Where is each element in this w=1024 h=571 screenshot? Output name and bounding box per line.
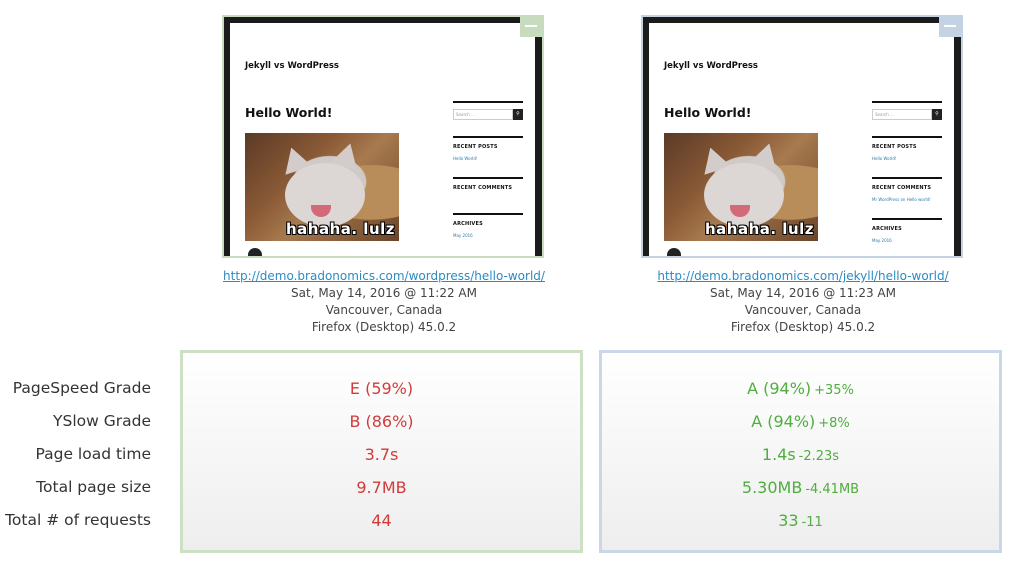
test-browser: Firefox (Desktop) 45.0.2 [311,320,457,334]
requests-row: 33 -11 [602,504,999,537]
recent-posts-heading: RECENT POSTS [453,144,498,150]
expand-icon [520,17,542,37]
pagespeed-value: A (94%) [747,379,812,398]
test-location: Vancouver, Canada [744,303,862,317]
test-url-link[interactable]: http://demo.bradonomics.com/jekyll/hello… [657,269,948,283]
recent-comment-link: Mr WordPress on Hello world! [872,197,931,202]
yslow-label: YSlow Grade [53,412,151,430]
sidebar: Search ... ⚲ RECENT POSTS Hello World! R… [453,101,523,254]
pagespeed-row: A (94%) +35% [602,372,999,405]
load-time-row: 1.4s -2.23s [602,438,999,471]
wordpress-screenshot: Jekyll vs WordPress Hello World! hahaha.… [222,15,544,258]
archive-link: May 2016 [453,233,473,238]
page-size-value: 5.30MB [741,478,803,497]
test-url-link[interactable]: http://demo.bradonomics.com/wordpress/he… [223,269,545,283]
load-time-value: 1.4s [761,445,796,464]
post-title: Hello World! [664,105,752,120]
load-time-label: Page load time [35,445,151,463]
load-time-value: 3.7s [364,445,399,464]
page-size-label: Total page size [36,478,151,496]
requests-value: 33 [778,511,799,530]
wordpress-test-info: http://demo.bradonomics.com/wordpress/he… [214,268,554,336]
page-size-value: 9.7MB [356,478,407,497]
yslow-row: A (94%) +8% [602,405,999,438]
requests-value: 44 [371,511,392,530]
search-form: Search ... ⚲ [872,109,942,120]
recent-comments-heading: RECENT COMMENTS [872,185,932,191]
sidebar: Search ... ⚲ RECENT POSTS Hello World! R… [872,101,942,256]
archives-heading: ARCHIVES [872,226,902,232]
metric-labels: PageSpeed Grade YSlow Grade Page load ti… [0,372,151,537]
recent-post-link: Hello World! [872,156,897,161]
jekyll-results-panel: A (94%) +35% A (94%) +8% 1.4s -2.23s 5.30MB… [599,350,1002,553]
pagespeed-value: E (59%) [349,379,414,398]
screenshot-page: Jekyll vs WordPress Hello World! hahaha.… [230,23,535,256]
requests-label: Total # of requests [5,511,151,529]
site-title: Jekyll vs WordPress [245,61,339,71]
test-date: Sat, May 14, 2016 @ 11:23 AM [710,286,896,300]
search-input: Search ... [872,109,932,120]
search-form: Search ... ⚲ [453,109,523,120]
pagespeed-delta: +35% [814,383,854,398]
test-date: Sat, May 14, 2016 @ 11:22 AM [291,286,477,300]
test-location: Vancouver, Canada [325,303,443,317]
jekyll-screenshot: Jekyll vs WordPress Hello World! hahaha.… [641,15,963,258]
search-icon: ⚲ [932,109,942,120]
recent-posts-heading: RECENT POSTS [872,144,917,150]
yslow-value: B (86%) [349,412,414,431]
page-size-row: 5.30MB -4.41MB [602,471,999,504]
expand-icon [939,17,961,37]
wordpress-results-panel: E (59%) B (86%) 3.7s 9.7MB 44 [180,350,583,553]
site-title: Jekyll vs WordPress [664,61,758,71]
test-browser: Firefox (Desktop) 45.0.2 [730,320,876,334]
kitten-image: hahaha. lulz [245,133,399,241]
avatar [667,248,681,256]
kitten-image: hahaha. lulz [664,133,818,241]
jekyll-test-info: http://demo.bradonomics.com/jekyll/hello… [633,268,973,336]
yslow-value: A (94%) [751,412,816,431]
requests-delta: -11 [801,515,823,530]
post-title: Hello World! [245,105,333,120]
yslow-delta: +8% [818,416,850,431]
archive-link: May 2016 [872,238,892,243]
pagespeed-label: PageSpeed Grade [12,379,151,397]
archives-heading: ARCHIVES [453,221,483,227]
screenshot-page: Jekyll vs WordPress Hello World! hahaha.… [649,23,954,256]
image-caption: hahaha. lulz [285,220,395,238]
page-size-delta: -4.41MB [805,482,860,497]
search-input: Search ... [453,109,513,120]
recent-comments-heading: RECENT COMMENTS [453,185,513,191]
search-icon: ⚲ [513,109,523,120]
recent-post-link: Hello World! [453,156,478,161]
avatar [248,248,262,256]
image-caption: hahaha. lulz [704,220,814,238]
load-time-delta: -2.23s [798,449,840,464]
